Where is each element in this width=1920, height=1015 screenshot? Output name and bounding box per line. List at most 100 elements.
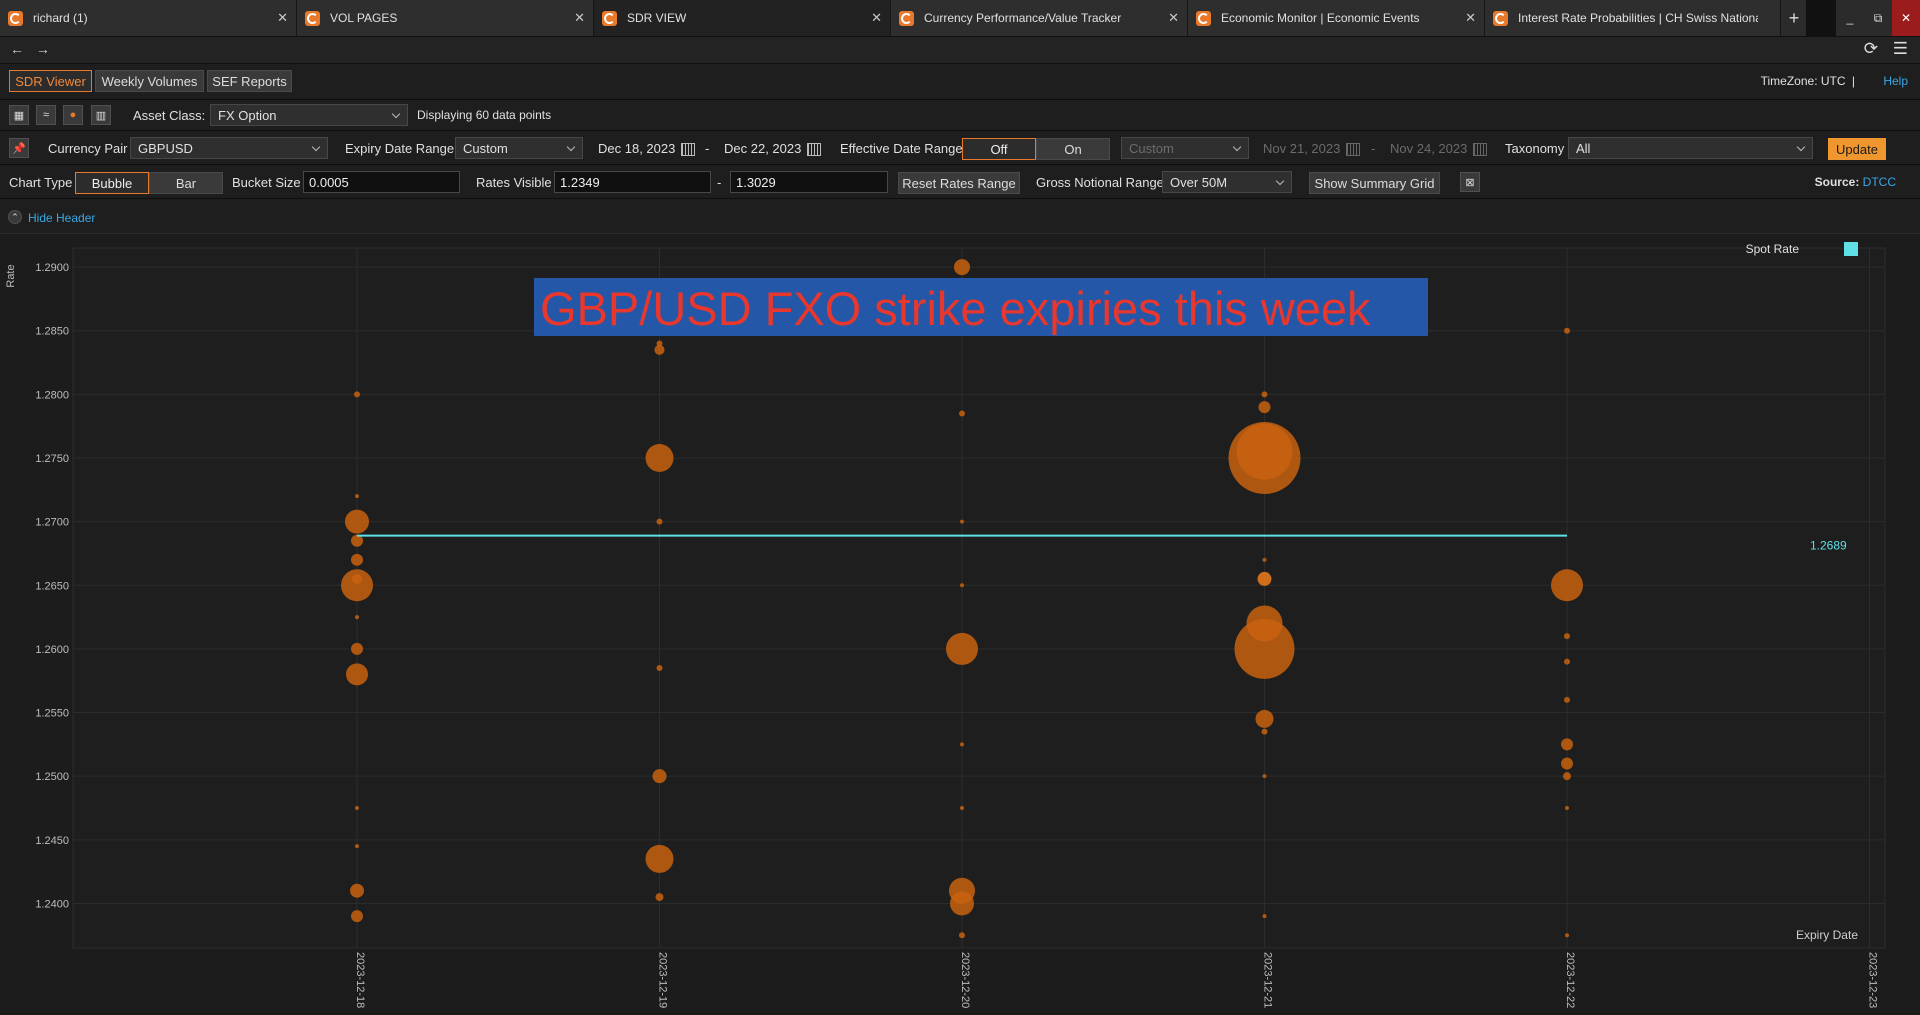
hide-header-link[interactable]: Hide Header <box>28 211 95 225</box>
bubble-view-icon[interactable]: ● <box>63 105 83 125</box>
effective-off-toggle[interactable]: Off <box>962 138 1036 160</box>
tab-currency-performance[interactable]: Currency Performance/Value Tracker ✕ <box>891 0 1188 36</box>
bubble-point[interactable] <box>1257 571 1272 586</box>
bubble-point[interactable] <box>346 663 368 686</box>
export-excel-icon[interactable]: ⊠ <box>1460 172 1480 192</box>
sdr-viewer-button[interactable]: SDR Viewer <box>9 70 92 92</box>
tab-interest-rate-probabilities[interactable]: Interest Rate Probabilities | CH Swiss N… <box>1485 0 1781 36</box>
tab-vol-pages[interactable]: VOL PAGES ✕ <box>297 0 594 36</box>
effective-from-date[interactable]: Nov 21, 2023 <box>1263 141 1361 157</box>
bubble-point[interactable] <box>950 891 974 916</box>
bubble-point[interactable] <box>1561 738 1573 751</box>
bubble-point[interactable] <box>1565 933 1569 938</box>
weekly-volumes-button[interactable]: Weekly Volumes <box>95 70 204 92</box>
expiry-to-date[interactable]: Dec 22, 2023 <box>724 141 822 157</box>
bubble-point[interactable] <box>1564 696 1570 703</box>
restore-icon[interactable]: ⧉ <box>1864 0 1892 36</box>
bubble-point[interactable] <box>355 494 359 499</box>
bubble-point[interactable] <box>655 893 664 902</box>
pin-icon[interactable]: 📌 <box>9 138 29 158</box>
bubble-point[interactable] <box>345 509 369 534</box>
bubble-point[interactable] <box>351 642 363 655</box>
currency-pair-select[interactable]: GBPUSD <box>130 137 328 159</box>
collapse-icon[interactable]: ⌃ <box>8 210 22 224</box>
calendar-icon[interactable] <box>1346 143 1361 157</box>
rates-min-input[interactable]: 1.2349 <box>554 171 711 193</box>
menu-icon[interactable]: ☰ <box>1893 39 1908 58</box>
bubble-point[interactable] <box>960 519 964 524</box>
close-icon[interactable]: ✕ <box>1168 10 1179 26</box>
bubble-point[interactable] <box>645 444 674 472</box>
grid-view-icon[interactable]: ▦ <box>9 105 29 125</box>
bubble-point[interactable] <box>1255 709 1274 728</box>
refresh-icon[interactable]: ⟳ <box>1864 39 1878 58</box>
bubble-point[interactable] <box>1565 806 1569 810</box>
bubble-point[interactable] <box>1258 401 1271 414</box>
bubble-point[interactable] <box>656 518 663 525</box>
new-tab-button[interactable]: + <box>1781 0 1807 36</box>
close-icon[interactable]: ✕ <box>1465 10 1476 26</box>
close-icon[interactable]: ✕ <box>574 10 585 26</box>
effective-range-select[interactable]: Custom <box>1121 137 1249 159</box>
window-close-icon[interactable]: ✕ <box>1892 0 1920 36</box>
bubble-point[interactable] <box>954 259 970 276</box>
effective-on-toggle[interactable]: On <box>1036 138 1110 160</box>
calendar-icon[interactable] <box>681 143 696 157</box>
help-link[interactable]: Help <box>1883 74 1908 88</box>
reset-rates-button[interactable]: Reset Rates Range <box>898 172 1020 194</box>
expiry-from-date[interactable]: Dec 18, 2023 <box>598 141 696 157</box>
bubble-point[interactable] <box>1262 557 1267 562</box>
bubble-point[interactable] <box>355 806 359 810</box>
show-summary-grid-button[interactable]: Show Summary Grid <box>1309 172 1440 194</box>
bubble-point[interactable] <box>1563 772 1571 781</box>
bar-chart-toggle[interactable]: Bar <box>149 172 223 194</box>
bubble-point[interactable] <box>959 410 965 417</box>
expiry-range-select[interactable]: Custom <box>455 137 583 159</box>
tab-sdr-view[interactable]: SDR VIEW ✕ <box>594 0 891 36</box>
bubble-point[interactable] <box>355 615 359 620</box>
line-view-icon[interactable]: ≈ <box>36 105 56 125</box>
calendar-icon[interactable] <box>807 143 822 157</box>
source-link[interactable]: DTCC <box>1863 175 1896 189</box>
bubble-point[interactable] <box>351 553 363 566</box>
bubble-point[interactable] <box>1561 757 1573 770</box>
tab-richard[interactable]: richard (1) ✕ <box>0 0 297 36</box>
close-icon[interactable]: ✕ <box>277 10 288 26</box>
bubble-point[interactable] <box>354 391 360 398</box>
bucket-size-input[interactable]: 0.0005 <box>303 171 460 193</box>
bubble-point[interactable] <box>960 583 964 588</box>
bubble-point[interactable] <box>1261 728 1268 735</box>
bubble-point[interactable] <box>1551 569 1583 602</box>
bubble-point[interactable] <box>652 769 667 784</box>
bubble-point[interactable] <box>1262 774 1267 779</box>
bubble-point[interactable] <box>1236 423 1293 480</box>
bubble-point[interactable] <box>1564 327 1570 334</box>
bubble-chart-toggle[interactable]: Bubble <box>75 172 149 194</box>
back-forward-icons[interactable]: ← → <box>10 41 54 57</box>
rates-max-input[interactable]: 1.3029 <box>730 171 888 193</box>
tab-economic-monitor[interactable]: Economic Monitor | Economic Events ✕ <box>1188 0 1485 36</box>
bubble-point[interactable] <box>960 742 964 747</box>
bubble-point[interactable] <box>959 932 965 939</box>
bubble-point[interactable] <box>1564 658 1570 665</box>
bubble-point[interactable] <box>341 569 373 602</box>
update-button[interactable]: Update <box>1828 138 1886 160</box>
bar-view-icon[interactable]: ▥ <box>91 105 111 125</box>
close-icon[interactable]: ✕ <box>871 10 882 26</box>
bubble-point[interactable] <box>1564 633 1570 640</box>
bubble-point[interactable] <box>645 844 674 873</box>
effective-to-date[interactable]: Nov 24, 2023 <box>1390 141 1488 157</box>
sef-reports-button[interactable]: SEF Reports <box>207 70 292 92</box>
taxonomy-select[interactable]: All <box>1568 137 1813 159</box>
bubble-point[interactable] <box>1262 914 1267 919</box>
bubble-point[interactable] <box>656 665 663 671</box>
bubble-point[interactable] <box>355 844 359 849</box>
bubble-point[interactable] <box>946 632 978 665</box>
bubble-point[interactable] <box>654 344 665 355</box>
bubble-point[interactable] <box>350 883 364 898</box>
minimize-icon[interactable]: _ <box>1836 0 1864 36</box>
asset-class-select[interactable]: FX Option <box>210 104 408 126</box>
bubble-point[interactable] <box>960 806 964 810</box>
gross-notional-select[interactable]: Over 50M <box>1162 171 1292 193</box>
bubble-point[interactable] <box>1234 618 1295 679</box>
